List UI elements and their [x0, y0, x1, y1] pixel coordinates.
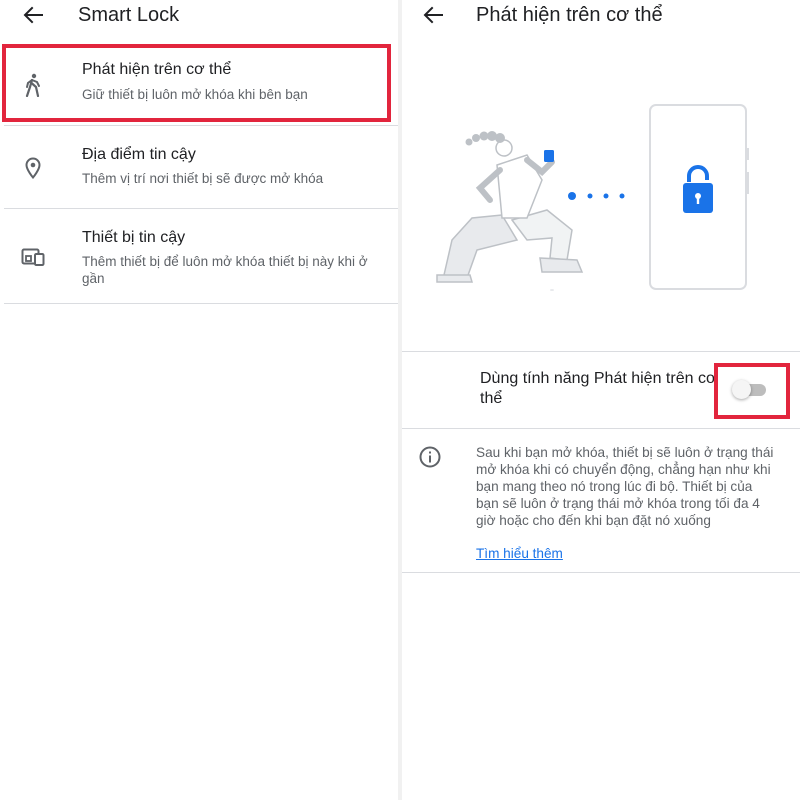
- back-button[interactable]: [418, 2, 448, 28]
- list-item-subtitle: Thêm thiết bị để luôn mở khóa thiết bị n…: [82, 254, 368, 286]
- list-item-title: Địa điểm tin cậy: [82, 146, 196, 163]
- on-body-detection-toggle[interactable]: [732, 378, 768, 400]
- learn-more-link[interactable]: Tìm hiểu thêm: [476, 546, 563, 561]
- list-item-title: Phát hiện trên cơ thể: [82, 61, 232, 78]
- back-arrow-icon: [23, 6, 43, 24]
- smart-lock-screen: Smart Lock Phát hiện trên cơ thể Giữ thi…: [0, 0, 398, 800]
- divider: [402, 572, 800, 573]
- list-item-subtitle: Giữ thiết bị luôn mở khóa khi bên bạn: [82, 87, 308, 102]
- info-icon: [419, 446, 441, 468]
- page-title: Phát hiện trên cơ thể: [476, 4, 663, 26]
- list-item-trusted-places[interactable]: Địa điểm tin cậy Thêm vị trí nơi thiết b…: [0, 126, 398, 208]
- toggle-thumb: [732, 380, 751, 399]
- use-on-body-detection-row[interactable]: Dùng tính năng Phát hiện trên cơ thể: [402, 352, 800, 424]
- toggle-label: Dùng tính năng Phát hiện trên cơ thể: [480, 370, 717, 407]
- back-button[interactable]: [18, 2, 48, 28]
- on-body-detection-screen: Phát hiện trên cơ thể Dùng tính năng Phá…: [402, 0, 800, 800]
- info-description: Sau khi bạn mở khóa, thiết bị sẽ luôn ở …: [476, 445, 774, 528]
- location-pin-icon: [20, 155, 46, 181]
- app-bar: Phát hiện trên cơ thể: [402, 0, 800, 32]
- devices-icon: [20, 244, 46, 270]
- running-person-illustration: [436, 104, 749, 291]
- divider: [4, 303, 398, 304]
- list-item-title: Thiết bị tin cậy: [82, 229, 186, 246]
- page-title: Smart Lock: [78, 4, 180, 26]
- back-arrow-icon: [423, 6, 443, 24]
- app-bar: Smart Lock: [0, 0, 398, 32]
- list-item-on-body-detection[interactable]: Phát hiện trên cơ thể Giữ thiết bị luôn …: [0, 44, 398, 124]
- list-item-subtitle: Thêm vị trí nơi thiết bị sẽ được mở khóa: [82, 171, 324, 186]
- divider: [402, 428, 800, 429]
- list-item-trusted-devices[interactable]: Thiết bị tin cậy Thêm thiết bị để luôn m…: [0, 209, 398, 304]
- walking-person-icon: [20, 72, 46, 98]
